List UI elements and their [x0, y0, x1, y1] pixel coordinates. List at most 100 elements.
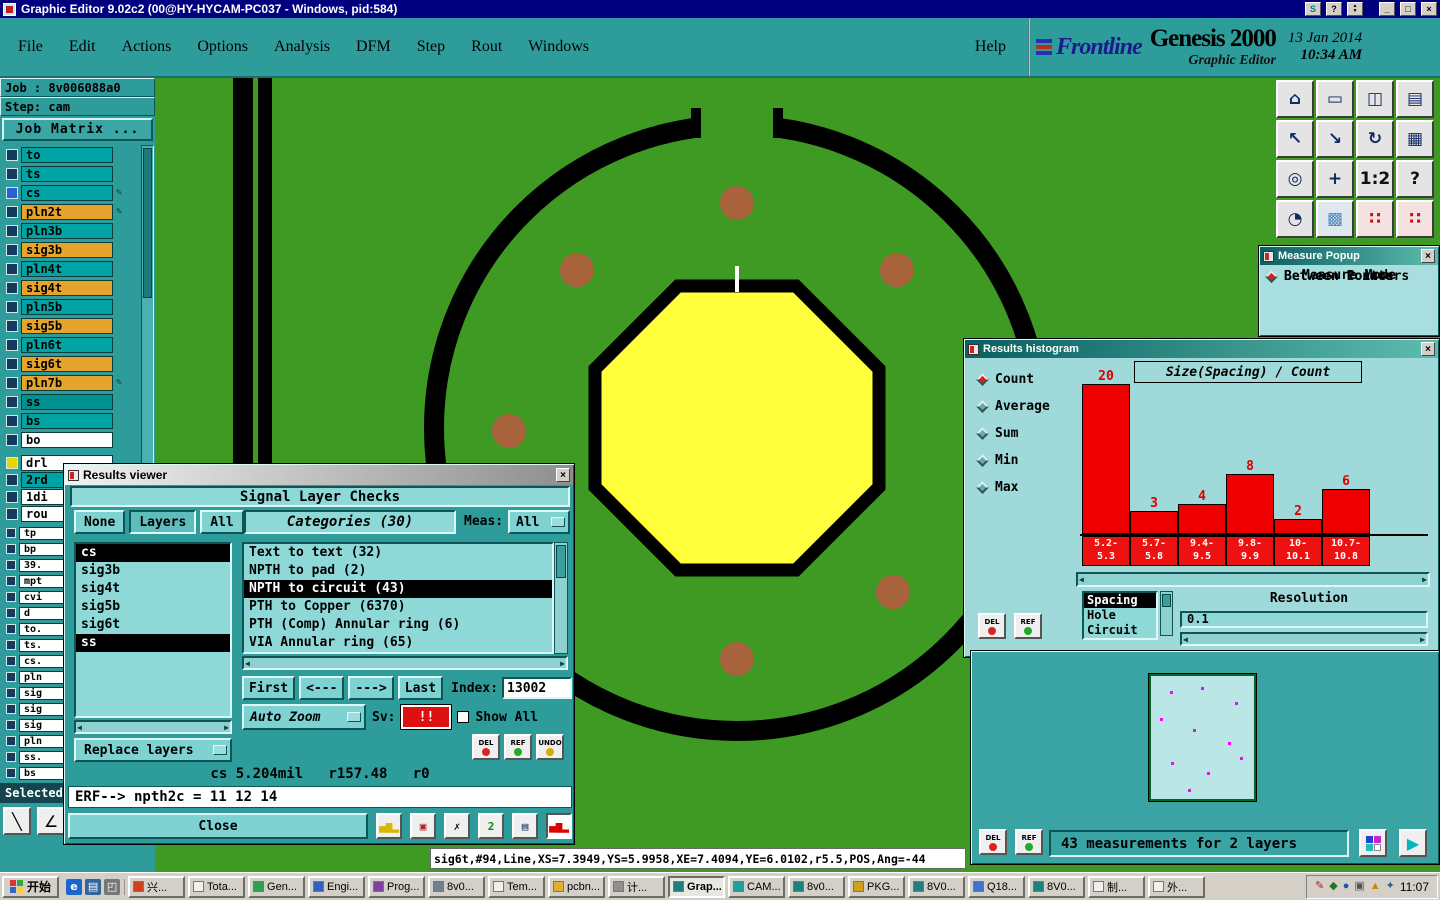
categories-scrollbar[interactable] — [554, 542, 568, 654]
volume-tray-icon[interactable]: ✦ — [1386, 881, 1395, 892]
layer-list-item[interactable]: cs — [76, 544, 230, 562]
replace-layers-dropdown[interactable]: Replace layers — [74, 738, 232, 762]
layer-visibility-checkbox[interactable] — [6, 376, 18, 389]
folder-launch-icon[interactable]: ◰ — [104, 878, 121, 895]
category-list-item[interactable]: NPTH to circuit (43) — [244, 580, 552, 598]
layer-row[interactable]: pln6t — [0, 335, 140, 354]
menu-item[interactable]: Edit — [69, 38, 96, 56]
layer-visibility-checkbox[interactable] — [6, 768, 16, 778]
close-button[interactable]: × — [1421, 2, 1437, 16]
layer-visibility-checkbox[interactable] — [6, 357, 18, 370]
taskbar-task-button[interactable]: Prog... — [368, 875, 426, 898]
taskbar-task-button[interactable]: 8V0... — [1028, 875, 1086, 898]
taskbar-task-button[interactable]: Q18... — [968, 875, 1026, 898]
menu-item[interactable]: Step — [417, 38, 445, 56]
layer-row[interactable]: pln3b — [0, 221, 140, 240]
layer-visibility-checkbox[interactable] — [6, 167, 18, 180]
layer-row[interactable]: pln5b — [0, 297, 140, 316]
layer-list-item[interactable]: sig6t — [76, 616, 230, 634]
scrollbar-thumb[interactable] — [143, 148, 152, 298]
layer-row[interactable]: cs ✎ — [0, 183, 140, 202]
angle-measure-tool-button[interactable]: ∠ — [37, 807, 65, 835]
layer-visibility-checkbox[interactable] — [6, 736, 16, 746]
taskbar-task-button[interactable]: Grap... — [668, 875, 726, 898]
category-list-item[interactable]: NPTH to pad (2) — [244, 562, 552, 580]
title-help-button[interactable]: ? — [1326, 2, 1342, 16]
layer-row[interactable]: pln7b ✎ — [0, 373, 140, 392]
measure-option[interactable]: Hole — [1084, 608, 1156, 623]
job-matrix-button[interactable]: Job Matrix ... — [2, 118, 153, 141]
layer-row[interactable]: sig4t — [0, 278, 140, 297]
taskbar-task-button[interactable]: 制... — [1088, 875, 1146, 898]
layer-visibility-checkbox[interactable] — [6, 576, 16, 586]
discard-result-button[interactable]: ✗ — [444, 813, 470, 839]
severity-button[interactable]: !! — [400, 704, 453, 730]
menu-item[interactable]: DFM — [356, 38, 391, 56]
taskbar-task-button[interactable]: 兴... — [128, 875, 186, 898]
pan-view-button[interactable]: + — [1316, 160, 1354, 198]
layer-name-chip[interactable]: bo — [21, 431, 113, 448]
display-tray-icon[interactable]: ▣ — [1354, 881, 1364, 892]
category-list-item[interactable]: PTH (Comp) Annular ring (6) — [244, 616, 552, 634]
language-button[interactable]: S — [1305, 2, 1321, 16]
resolution-scrollbar[interactable]: ◀ ▶ — [1180, 632, 1428, 646]
taskbar-task-button[interactable]: 计... — [608, 875, 666, 898]
scroll-left-icon[interactable]: ◀ — [77, 723, 82, 732]
layer-visibility-checkbox[interactable] — [6, 433, 18, 446]
layer-visibility-checkbox[interactable] — [6, 592, 16, 602]
categories-hscrollbar[interactable]: ◀ ▶ — [242, 656, 568, 670]
layer-name-chip[interactable]: pln3b — [21, 222, 113, 239]
mini-action-button[interactable]: DEL — [472, 734, 500, 760]
highlight-blue-button[interactable]: ∷ — [1396, 200, 1434, 238]
meas-dropdown[interactable]: All — [508, 510, 570, 534]
close-results-button[interactable]: Close — [68, 813, 368, 839]
stat-radio[interactable]: Min — [976, 450, 1050, 470]
measurements-preview[interactable] — [1148, 673, 1257, 802]
category-list-item[interactable]: VIA Annular ring (65) — [244, 634, 552, 652]
taskbar-task-button[interactable]: pcbn... — [548, 875, 606, 898]
update-tray-icon[interactable]: ▲ — [1370, 881, 1381, 892]
layer-visibility-checkbox[interactable] — [6, 395, 18, 408]
menu-item[interactable]: Options — [197, 38, 248, 56]
layers-hscrollbar[interactable]: ◀ ▶ — [74, 720, 232, 734]
layer-name-chip[interactable]: ss — [21, 393, 113, 410]
layer-row[interactable]: ss — [0, 392, 140, 411]
layer-visibility-checkbox[interactable] — [6, 414, 18, 427]
layer-visibility-checkbox[interactable] — [6, 507, 18, 520]
layer-list-item[interactable]: sig3b — [76, 562, 230, 580]
layer-name-chip[interactable]: sig4t — [21, 279, 113, 296]
mini-action-button[interactable]: DEL — [978, 613, 1006, 639]
layer-visibility-checkbox[interactable] — [6, 338, 18, 351]
close-icon[interactable]: × — [1421, 342, 1435, 356]
histogram-yellow-button[interactable]: ▄▆▂ — [376, 813, 402, 839]
stat-radio[interactable]: Count — [976, 369, 1050, 389]
layer-visibility-checkbox[interactable] — [6, 688, 16, 698]
show-all-checkbox[interactable] — [457, 711, 470, 723]
first-result-button[interactable]: First — [242, 676, 296, 700]
refresh-view-button[interactable]: ↻ — [1356, 120, 1394, 158]
scroll-right-icon[interactable]: ▶ — [560, 659, 565, 668]
stat-radio[interactable]: Average — [976, 396, 1050, 416]
close-icon[interactable]: × — [1421, 249, 1435, 263]
taskbar-task-button[interactable]: 8v0... — [428, 875, 486, 898]
measure-option[interactable]: Spacing — [1084, 593, 1156, 608]
filter-button[interactable]: All — [200, 510, 244, 534]
options-scrollbar[interactable] — [1160, 591, 1173, 636]
network-tray-icon[interactable]: ● — [1343, 881, 1350, 892]
layer-name-chip[interactable]: ts — [21, 165, 113, 182]
menu-item[interactable]: File — [18, 38, 43, 56]
minimize-button[interactable]: _ — [1379, 2, 1395, 16]
taskbar-task-button[interactable]: Tem... — [488, 875, 546, 898]
filter-button[interactable]: None — [74, 510, 126, 534]
histogram-red-button[interactable]: ▄▆▂ — [546, 813, 572, 839]
layer-visibility-checkbox[interactable] — [6, 262, 18, 275]
highlight-red-button[interactable]: ∷ — [1356, 200, 1394, 238]
filter-button[interactable]: Layers — [129, 510, 197, 534]
category-list-item[interactable]: PTH to Copper (6370) — [244, 598, 552, 616]
grid-toggle-button[interactable]: ▦ — [1396, 120, 1434, 158]
layer-name-chip[interactable]: bs — [21, 412, 113, 429]
save-results-button[interactable]: ▣ — [410, 813, 436, 839]
layer-colors-button[interactable] — [1359, 829, 1387, 857]
layer-visibility-checkbox[interactable] — [6, 281, 18, 294]
layer-name-chip[interactable]: pln2t — [21, 203, 113, 220]
